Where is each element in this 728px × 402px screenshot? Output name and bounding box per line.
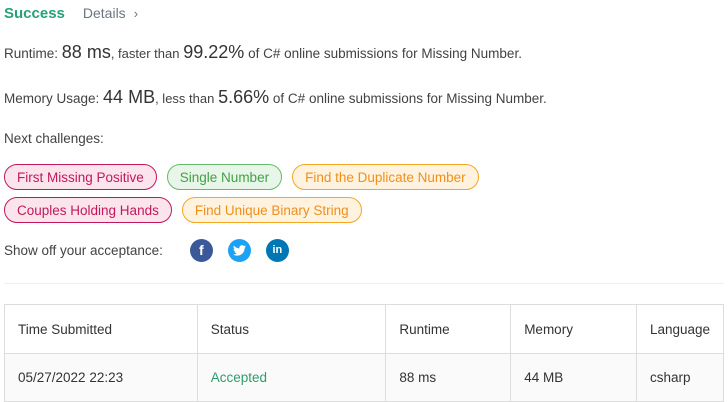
challenge-tag-find-unique-binary-string[interactable]: Find Unique Binary String [181,197,362,223]
challenge-tags-row: Couples Holding Hands Find Unique Binary… [4,197,362,223]
memory-mid-text: , less than [155,91,215,106]
cell-time-submitted: 05/27/2022 22:23 [4,353,198,402]
challenge-tags-row: First Missing Positive Single Number Fin… [4,164,479,190]
details-link[interactable]: Details › [83,5,138,21]
divider [4,283,724,284]
cell-status: Accepted [196,353,387,402]
next-challenges-label: Next challenges: [4,131,104,146]
column-header-time-submitted: Time Submitted [4,304,198,354]
column-header-status: Status [196,304,387,354]
cell-runtime: 88 ms [385,353,512,402]
status-title: Success [4,4,65,22]
details-label: Details [82,5,126,21]
memory-value: 44 MB [103,87,156,107]
challenge-tag-couples-holding-hands[interactable]: Couples Holding Hands [4,197,172,223]
memory-label: Memory Usage: [4,91,100,106]
facebook-icon[interactable]: f [189,238,213,262]
cell-language: csharp [636,353,724,402]
runtime-label: Runtime: [4,46,59,61]
table-row: 05/27/2022 22:23 Accepted 88 ms 44 MB cs… [4,353,724,402]
share-label: Show off your acceptance: [4,242,163,258]
runtime-summary: Runtime: 88 ms, faster than 99.22% of C#… [4,42,522,63]
challenge-tag-single-number[interactable]: Single Number [166,164,283,190]
challenge-tag-find-the-duplicate-number[interactable]: Find the Duplicate Number [292,164,479,190]
column-header-memory: Memory [510,304,637,354]
runtime-value: 88 ms [61,42,111,62]
table-header-row: Time Submitted Status Runtime Memory Lan… [4,304,724,354]
social-icons: f in [189,238,289,262]
challenge-tag-first-missing-positive[interactable]: First Missing Positive [4,164,157,190]
memory-suffix: of C# online submissions for Missing Num… [272,91,547,106]
runtime-mid-text: , faster than [110,46,180,61]
result-header: Success Details › [4,2,138,24]
cell-memory: 44 MB [510,353,637,402]
runtime-percent: 99.22% [183,42,245,62]
accepted-status-link[interactable]: Accepted [211,370,267,385]
runtime-suffix: of C# online submissions for Missing Num… [248,46,522,61]
column-header-runtime: Runtime [385,304,512,354]
linkedin-icon[interactable]: in [265,238,289,262]
twitter-icon[interactable] [227,238,251,262]
share-section: Show off your acceptance: f in [4,238,289,262]
memory-percent: 5.66% [218,87,270,107]
submissions-table: Time Submitted Status Runtime Memory Lan… [4,304,724,402]
memory-summary: Memory Usage: 44 MB, less than 5.66% of … [4,87,547,108]
column-header-language: Language [636,304,724,354]
chevron-right-icon: › [133,5,139,21]
